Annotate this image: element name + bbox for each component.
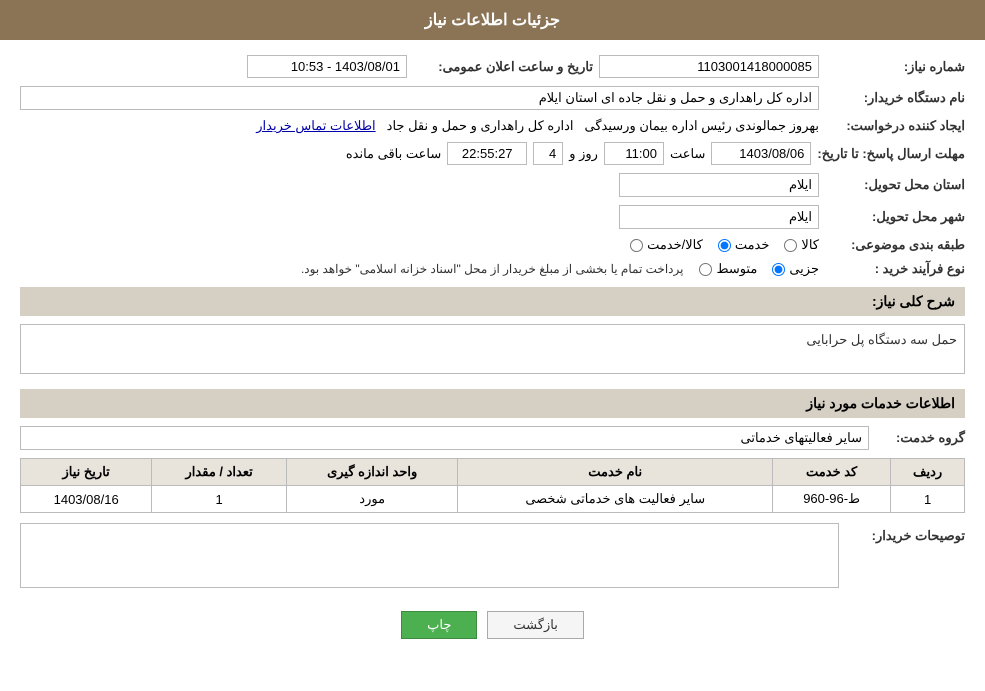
shahr-row: شهر محل تحویل: ایلام bbox=[20, 205, 965, 229]
services-table-head: ردیف کد خدمت نام خدمت واحد اندازه گیری ت… bbox=[21, 459, 965, 486]
cell-vahed: مورد bbox=[286, 486, 457, 513]
nov-farayand-row: نوع فرآیند خرید : جزیی متوسط پرداخت تمام… bbox=[20, 261, 965, 277]
nov-farayand-label: نوع فرآیند خرید : bbox=[825, 261, 965, 277]
ijad-kanande-org: اداره کل راهداری و حمل و نقل جاد bbox=[387, 118, 574, 134]
shomare-niaz-label: شماره نیاز: bbox=[825, 59, 965, 75]
nov-jozei-item: جزیی bbox=[772, 261, 819, 277]
nov-jozei-radio[interactable] bbox=[772, 263, 785, 276]
tabaghe-khedmat-item: خدمت bbox=[718, 237, 770, 253]
col-vahed: واحد اندازه گیری bbox=[286, 459, 457, 486]
page-wrapper: جزئیات اطلاعات نیاز شماره نیاز: 11030014… bbox=[0, 0, 985, 691]
print-button[interactable]: چاپ bbox=[401, 611, 477, 639]
services-table-section: ردیف کد خدمت نام خدمت واحد اندازه گیری ت… bbox=[20, 458, 965, 513]
sharh-koli-wrapper: حمل سه دستگاه پل حرابایی bbox=[20, 324, 965, 379]
tabaghe-kalakhedmat-radio[interactable] bbox=[630, 239, 643, 252]
khadamat-header-text: اطلاعات خدمات مورد نیاز bbox=[806, 395, 955, 411]
tabaghe-kala-item: کالا bbox=[784, 237, 819, 253]
services-table-body: 1 ط-96-960 سایر فعالیت های خدماتی شخصی م… bbox=[21, 486, 965, 513]
mohlat-date: 1403/08/06 bbox=[711, 142, 811, 165]
table-row: 1 ط-96-960 سایر فعالیت های خدماتی شخصی م… bbox=[21, 486, 965, 513]
nam-dastgah-label: نام دستگاه خریدار: bbox=[825, 90, 965, 106]
baqi-mande-timer: 22:55:27 bbox=[447, 142, 527, 165]
saat-baqi-label: ساعت باقی مانده bbox=[346, 146, 441, 162]
tarix-saat-value: 1403/08/01 - 10:53 bbox=[247, 55, 407, 78]
page-title: جزئیات اطلاعات نیاز bbox=[425, 12, 560, 29]
nov-motavaset-item: متوسط bbox=[699, 261, 757, 277]
nov-jozei-label: جزیی bbox=[789, 261, 819, 277]
table-header-row: ردیف کد خدمت نام خدمت واحد اندازه گیری ت… bbox=[21, 459, 965, 486]
tabaghe-radio-group: کالا خدمت کالا/خدمت bbox=[630, 237, 819, 253]
tabaghe-kala-radio[interactable] bbox=[784, 239, 797, 252]
tabaghe-khedmat-label: خدمت bbox=[735, 237, 770, 253]
nov-farayand-radio-group: جزیی متوسط bbox=[699, 261, 819, 277]
tabaghe-kala-label: کالا bbox=[801, 237, 819, 253]
goroh-value: سایر فعالیتهای خدماتی bbox=[20, 426, 869, 450]
tabaghe-label: طبقه بندی موضوعی: bbox=[825, 237, 965, 253]
sharh-koli-header: شرح کلی نیاز: bbox=[20, 287, 965, 316]
mohlat-label: مهلت ارسال پاسخ: تا تاریخ: bbox=[817, 146, 965, 162]
sharh-koli-row: حمل سه دستگاه پل حرابایی bbox=[20, 324, 965, 379]
nam-dastgah-row: نام دستگاه خریدار: اداره کل راهداری و حم… bbox=[20, 86, 965, 110]
roz-label: روز و bbox=[569, 146, 598, 162]
mohlat-row: مهلت ارسال پاسخ: تا تاریخ: 1403/08/06 سا… bbox=[20, 142, 965, 165]
saat-label: ساعت bbox=[670, 146, 705, 162]
nam-dastgah-value: اداره کل راهداری و حمل و نقل جاده ای است… bbox=[20, 86, 819, 110]
tabaghe-row: طبقه بندی موضوعی: کالا خدمت کالا/خدمت bbox=[20, 237, 965, 253]
tabaghe-kalakhedmat-item: کالا/خدمت bbox=[630, 237, 703, 253]
sharh-koli-label: شرح کلی نیاز: bbox=[872, 293, 955, 309]
goroh-label: گروه خدمت: bbox=[875, 430, 965, 446]
col-radif: ردیف bbox=[891, 459, 965, 486]
cell-nam: سایر فعالیت های خدماتی شخصی bbox=[458, 486, 773, 513]
sharh-koli-text: حمل سه دستگاه پل حرابایی bbox=[806, 332, 957, 348]
tosif-label: توصیحات خریدار: bbox=[845, 523, 965, 544]
tabaghe-kalakhedmat-label: کالا/خدمت bbox=[647, 237, 703, 253]
ijad-kanande-label: ایجاد کننده درخواست: bbox=[825, 118, 965, 134]
cell-tarikh: 1403/08/16 bbox=[21, 486, 152, 513]
ostan-label: استان محل تحویل: bbox=[825, 177, 965, 193]
ijad-kanande-name: بهروز جمالوندی رئیس اداره بیمان ورسیدگی bbox=[585, 118, 819, 134]
goroh-row: گروه خدمت: سایر فعالیتهای خدماتی bbox=[20, 426, 965, 450]
col-tarikh: تاریخ نیاز bbox=[21, 459, 152, 486]
mohlat-saat: 11:00 bbox=[604, 142, 664, 165]
khadamat-header: اطلاعات خدمات مورد نیاز bbox=[20, 389, 965, 418]
ostan-row: استان محل تحویل: ایلام bbox=[20, 173, 965, 197]
tosif-wrapper bbox=[20, 523, 839, 591]
ijad-kanande-row: ایجاد کننده درخواست: بهروز جمالوندی رئیس… bbox=[20, 118, 965, 134]
ostan-value: ایلام bbox=[619, 173, 819, 197]
tosif-row: توصیحات خریدار: bbox=[20, 523, 965, 591]
tabaghe-khedmat-radio[interactable] bbox=[718, 239, 731, 252]
tarix-saat-label: تاریخ و ساعت اعلان عمومی: bbox=[413, 59, 593, 75]
shahr-label: شهر محل تحویل: bbox=[825, 209, 965, 225]
col-tedad: تعداد / مقدار bbox=[152, 459, 287, 486]
shahr-value: ایلام bbox=[619, 205, 819, 229]
ijad-kanande-link[interactable]: اطلاعات تماس خریدار bbox=[256, 118, 375, 134]
content-area: شماره نیاز: 1103001418000085 تاریخ و ساع… bbox=[0, 40, 985, 674]
nov-motavaset-label: متوسط bbox=[716, 261, 757, 277]
page-header: جزئیات اطلاعات نیاز bbox=[0, 0, 985, 40]
tosif-textarea[interactable] bbox=[20, 523, 839, 588]
button-row: بازگشت چاپ bbox=[20, 611, 965, 659]
col-kod: کد خدمت bbox=[773, 459, 891, 486]
col-nam: نام خدمت bbox=[458, 459, 773, 486]
nov-motavaset-radio[interactable] bbox=[699, 263, 712, 276]
shomare-niaz-value: 1103001418000085 bbox=[599, 55, 819, 78]
mohlat-roz: 4 bbox=[533, 142, 563, 165]
cell-radif: 1 bbox=[891, 486, 965, 513]
cell-kod: ط-96-960 bbox=[773, 486, 891, 513]
cell-tedad: 1 bbox=[152, 486, 287, 513]
back-button[interactable]: بازگشت bbox=[487, 611, 583, 639]
services-table: ردیف کد خدمت نام خدمت واحد اندازه گیری ت… bbox=[20, 458, 965, 513]
shomare-niaz-row: شماره نیاز: 1103001418000085 تاریخ و ساع… bbox=[20, 55, 965, 78]
nov-farayand-note: پرداخت تمام یا بخشی از مبلغ خریدار از مح… bbox=[301, 262, 684, 276]
